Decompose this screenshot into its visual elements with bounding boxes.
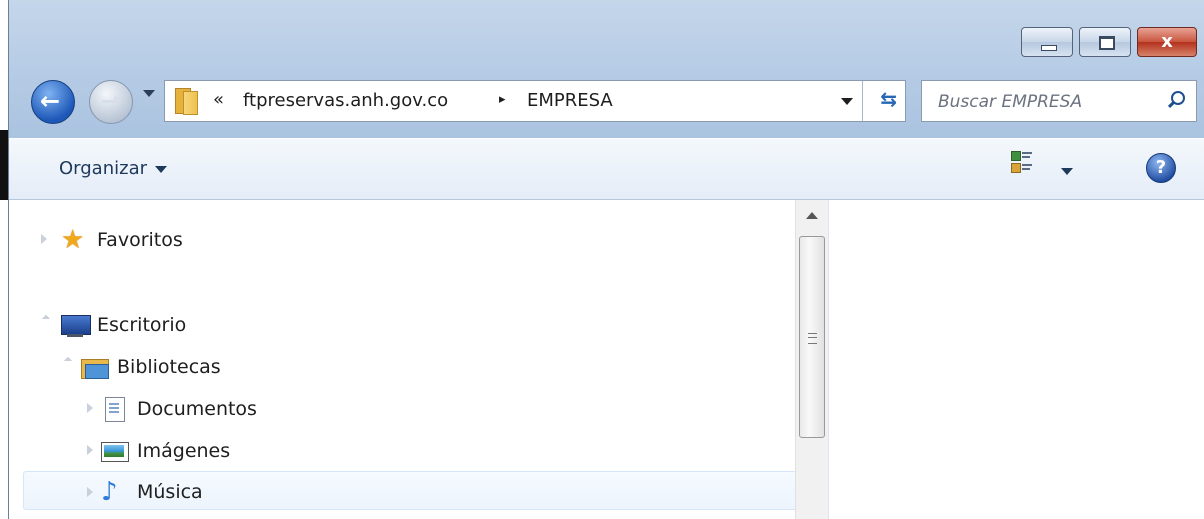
back-arrow-icon: ← xyxy=(40,87,61,115)
organize-label: Organizar xyxy=(59,158,147,179)
grip-icon xyxy=(808,333,817,344)
tree-item-label: Favoritos xyxy=(97,229,183,251)
expand-documents-icon[interactable] xyxy=(87,403,93,413)
chevron-down-icon xyxy=(155,165,167,173)
address-history-dropdown[interactable] xyxy=(841,98,853,105)
back-button[interactable]: ← xyxy=(31,80,75,124)
address-divider xyxy=(862,81,863,121)
image-icon xyxy=(101,439,129,463)
libraries-icon xyxy=(81,355,109,379)
address-bar[interactable]: « ftpreservas.anh.gov.co ▸ EMPRESA ⇆ xyxy=(164,80,906,122)
views-dropdown-icon[interactable] xyxy=(1061,168,1073,175)
expand-music-icon[interactable] xyxy=(87,487,93,497)
desktop-icon xyxy=(61,313,91,337)
folder-icon xyxy=(175,88,198,115)
help-icon[interactable]: ? xyxy=(1146,153,1176,183)
refresh-icon[interactable]: ⇆ xyxy=(880,87,897,111)
search-icon[interactable] xyxy=(1167,91,1185,109)
caption-buttons: x xyxy=(1021,27,1197,57)
star-icon: ★ xyxy=(61,225,85,255)
views-icon[interactable] xyxy=(1011,151,1033,173)
tree-item-label: Bibliotecas xyxy=(117,356,221,378)
forward-button[interactable]: → xyxy=(89,80,133,124)
search-box[interactable] xyxy=(921,80,1197,122)
tree-item-documentos[interactable]: Documentos xyxy=(101,391,257,427)
scroll-up-icon[interactable] xyxy=(806,212,818,219)
background-dark-edge xyxy=(0,130,8,200)
tree-item-label: Escritorio xyxy=(97,314,187,336)
breadcrumb-ftp-root[interactable]: ftpreservas.anh.gov.co xyxy=(243,90,448,111)
minimize-icon xyxy=(1041,45,1057,51)
tree-item-label: Imágenes xyxy=(137,440,231,462)
recent-pages-dropdown[interactable] xyxy=(143,90,155,97)
scrollbar-thumb[interactable] xyxy=(799,236,825,438)
minimize-button[interactable] xyxy=(1021,27,1073,57)
forward-arrow-icon: → xyxy=(101,87,122,115)
breadcrumb-separator-icon[interactable]: ▸ xyxy=(499,92,506,107)
maximize-icon xyxy=(1099,36,1115,50)
title-bar: x ← → « ftpreservas.anh.gov.co ▸ EMPRESA… xyxy=(9,0,1204,138)
tree-item-bibliotecas[interactable]: Bibliotecas xyxy=(81,349,221,385)
overflow-chevron[interactable]: « xyxy=(213,89,224,110)
close-icon: x xyxy=(1161,31,1173,52)
tree-item-musica[interactable]: ♪ Música xyxy=(101,474,203,510)
maximize-button[interactable] xyxy=(1079,27,1131,57)
expand-favorites-icon[interactable] xyxy=(41,234,47,244)
explorer-window: x ← → « ftpreservas.anh.gov.co ▸ EMPRESA… xyxy=(8,0,1204,519)
music-icon: ♪ xyxy=(101,477,118,507)
expand-images-icon[interactable] xyxy=(87,445,93,455)
tree-item-favoritos[interactable]: ★ Favoritos xyxy=(61,222,183,258)
document-icon xyxy=(101,397,129,422)
background-strip xyxy=(0,0,8,519)
tree-item-imagenes[interactable]: Imágenes xyxy=(101,433,230,469)
tree-item-label: Documentos xyxy=(137,398,257,420)
search-input[interactable] xyxy=(936,88,1150,116)
breadcrumb-empresa[interactable]: EMPRESA xyxy=(527,90,613,111)
tree-item-escritorio[interactable]: Escritorio xyxy=(61,307,186,343)
file-list-pane[interactable] xyxy=(828,200,1204,519)
organize-menu-button[interactable]: Organizar xyxy=(59,158,167,179)
close-button[interactable]: x xyxy=(1137,27,1197,57)
vertical-scrollbar[interactable] xyxy=(795,200,828,519)
tree-item-label: Música xyxy=(137,481,203,503)
